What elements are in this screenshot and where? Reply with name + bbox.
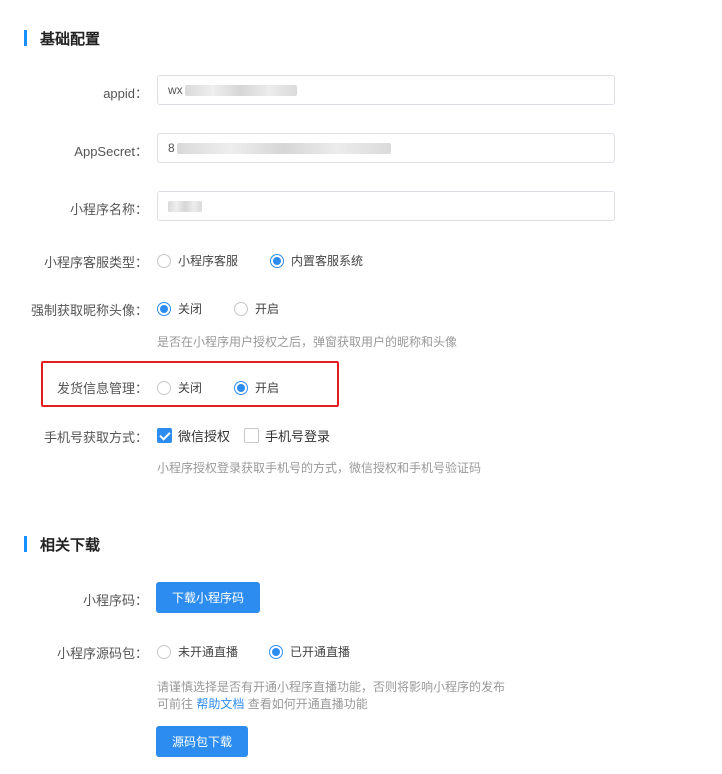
section-title-text: 相关下载 xyxy=(40,536,101,554)
option-label: 开启 xyxy=(255,381,280,395)
force-avatar-hint: 是否在小程序用户授权之后，弹窗获取用户的昵称和头像 xyxy=(157,335,458,349)
option-label: 内置客服系统 xyxy=(291,254,364,268)
phone-method-label: 手机号获取方式： xyxy=(43,430,148,445)
section-title-text: 基础配置 xyxy=(40,30,101,48)
source-hint-suffix: 查看如何开通直播功能 xyxy=(247,697,368,711)
service-type-label: 小程序客服类型： xyxy=(43,255,148,270)
option-label: 关闭 xyxy=(178,381,203,395)
help-doc-link[interactable]: 帮助文档 xyxy=(196,697,244,711)
source-hint-warning: 请谨慎选择是否有开通小程序直播功能，否则将影响小程序的发布 xyxy=(157,680,506,694)
source-hint-prefix: 可前往 xyxy=(157,697,194,711)
app-name-label: 小程序名称： xyxy=(69,202,148,217)
phone-method-option-wechat[interactable]: 微信授权 xyxy=(157,426,230,445)
radio-icon xyxy=(234,301,248,316)
appid-value-prefix: wx xyxy=(168,83,183,97)
source-hint-help: 可前往 帮助文档 查看如何开通直播功能 xyxy=(157,695,368,712)
appsecret-label: AppSecret： xyxy=(74,144,148,159)
download-source-button[interactable]: 源码包下载 xyxy=(156,726,248,757)
source-option-live[interactable]: 已开通直播 xyxy=(269,643,350,660)
radio-checked-icon xyxy=(234,380,248,395)
force-avatar-label: 强制获取昵称头像： xyxy=(30,303,148,318)
source-package-label: 小程序源码包： xyxy=(56,646,148,661)
shipping-info-label: 发货信息管理： xyxy=(56,381,148,396)
appid-redacted-value xyxy=(184,84,297,96)
force-avatar-option-on[interactable]: 开启 xyxy=(234,300,279,317)
shipping-info-option-on[interactable]: 开启 xyxy=(234,379,279,396)
phone-method-option-phone[interactable]: 手机号登录 xyxy=(244,426,330,445)
appid-input[interactable]: wx xyxy=(157,75,615,105)
source-option-no-live[interactable]: 未开通直播 xyxy=(157,643,238,660)
section-title-downloads: 相关下载 xyxy=(24,535,101,554)
radio-checked-icon xyxy=(270,253,284,268)
radio-icon xyxy=(157,253,171,268)
appid-label: appid： xyxy=(103,86,148,101)
radio-icon xyxy=(157,380,171,395)
qrcode-label: 小程序码： xyxy=(82,593,148,608)
app-name-redacted-value xyxy=(168,200,202,212)
radio-checked-icon xyxy=(157,301,171,316)
option-label: 手机号登录 xyxy=(265,429,331,444)
force-avatar-option-off[interactable]: 关闭 xyxy=(157,300,202,317)
app-name-input[interactable] xyxy=(157,191,615,221)
section-accent-bar xyxy=(24,30,27,46)
appsecret-value-prefix: 8 xyxy=(168,141,175,155)
option-label: 开启 xyxy=(255,302,280,316)
section-accent-bar xyxy=(24,536,27,552)
service-type-option-builtin[interactable]: 内置客服系统 xyxy=(270,252,363,269)
radio-checked-icon xyxy=(269,644,283,659)
appsecret-redacted-value xyxy=(176,142,391,154)
phone-method-hint: 小程序授权登录获取手机号的方式，微信授权和手机号验证码 xyxy=(157,461,482,475)
option-label: 小程序客服 xyxy=(178,254,239,268)
appsecret-input[interactable]: 8 xyxy=(157,133,615,163)
option-label: 已开通直播 xyxy=(290,645,351,659)
download-qrcode-button[interactable]: 下载小程序码 xyxy=(156,582,260,613)
option-label: 关闭 xyxy=(178,302,203,316)
shipping-info-option-off[interactable]: 关闭 xyxy=(157,379,202,396)
checkbox-checked-icon xyxy=(157,428,172,443)
section-title-basic: 基础配置 xyxy=(24,29,101,48)
checkbox-icon xyxy=(244,428,259,443)
option-label: 未开通直播 xyxy=(178,645,239,659)
radio-icon xyxy=(157,644,171,659)
option-label: 微信授权 xyxy=(178,429,231,444)
service-type-option-miniapp[interactable]: 小程序客服 xyxy=(157,252,238,269)
